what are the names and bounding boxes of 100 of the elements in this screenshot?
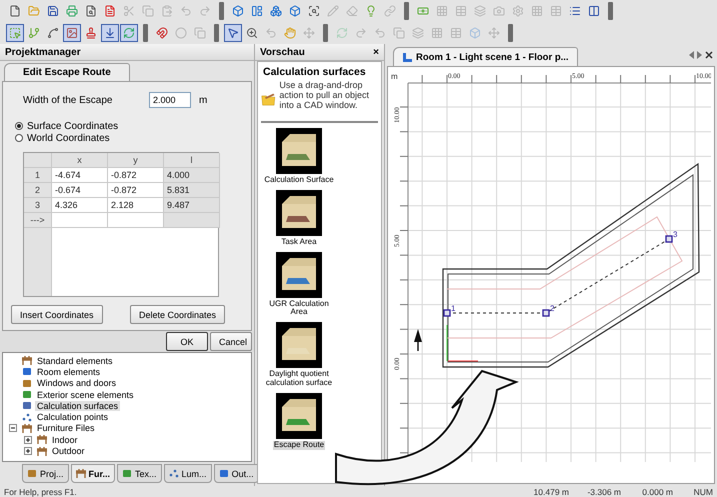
move-icon — [303, 27, 315, 39]
table-cell[interactable] — [52, 213, 108, 228]
panel-tab[interactable]: Out... — [214, 464, 259, 483]
stamp-icon — [85, 27, 97, 39]
picture-button[interactable] — [63, 24, 81, 42]
preview-item[interactable]: UGR Calculation Area — [261, 252, 337, 318]
tree-item[interactable]: Outdoor — [7, 445, 247, 457]
grid-icon — [431, 27, 443, 39]
undo-arrow-icon — [374, 27, 386, 39]
panel-tab[interactable]: Fur... — [70, 464, 116, 483]
preview-item[interactable]: Escape Route — [261, 392, 337, 450]
tree-item[interactable]: Calculation surfaces — [7, 400, 247, 412]
table-cell[interactable]: 9.487 — [164, 198, 220, 213]
document-icon — [104, 5, 116, 17]
collapse-icon[interactable] — [9, 424, 17, 432]
dialog-button[interactable]: OK — [166, 332, 208, 351]
unit-label: m — [199, 94, 208, 106]
route-point-label: 3 — [673, 230, 678, 239]
panel-title: Projektmanager — [5, 46, 81, 58]
rotate-icon — [123, 27, 135, 39]
rotate-button[interactable] — [120, 24, 138, 42]
selection-button[interactable] — [6, 24, 24, 42]
route-point-handle[interactable] — [542, 309, 550, 317]
tree-item[interactable]: Windows and doors — [7, 378, 247, 389]
table-cell[interactable]: 4.326 — [52, 198, 108, 213]
tree-item[interactable]: Room elements — [7, 366, 247, 378]
table-cell[interactable] — [164, 213, 220, 228]
route-point-label: 1 — [451, 304, 456, 313]
rotate-icon — [336, 27, 348, 39]
pointer-icon — [227, 27, 239, 39]
status-x: 10.479 m — [532, 486, 569, 496]
room-thumbnail-drawing — [276, 128, 322, 174]
toolbar-grip[interactable] — [608, 2, 613, 20]
panel-tab[interactable]: Proj... — [22, 464, 69, 483]
undo-arrow-icon — [180, 5, 192, 17]
toolbar-grip[interactable] — [143, 24, 148, 42]
radio-option[interactable]: World Coordinates — [15, 132, 243, 144]
document-tab[interactable]: Room 1 - Light scene 1 - Floor p... — [393, 47, 578, 66]
box-icon — [289, 5, 301, 17]
push-button[interactable]: Delete Coordinates — [130, 305, 225, 324]
pencil-icon — [327, 5, 339, 17]
grid-icon — [531, 5, 543, 17]
width-input-field[interactable]: 2.000 — [149, 92, 191, 108]
box-icon — [469, 27, 481, 39]
expand-icon[interactable] — [24, 436, 32, 444]
floor-plan-icon — [251, 5, 263, 17]
floor-plan-icon — [402, 52, 413, 62]
radio-option[interactable]: Surface Coordinates — [15, 120, 243, 132]
dialog-tab[interactable]: Edit Escape Route — [4, 63, 130, 81]
panel-tab[interactable]: Lum... — [164, 464, 212, 483]
zoom-icon — [246, 27, 258, 39]
tree-item[interactable]: Standard elements — [7, 355, 247, 366]
tree-item[interactable]: Furniture Files — [7, 422, 247, 434]
toolbar-grip[interactable] — [323, 24, 328, 42]
status-mode: NUM — [692, 486, 713, 496]
toolbar-grip[interactable] — [214, 24, 219, 42]
file-icon — [9, 5, 21, 17]
preview-item[interactable]: Calculation Surface — [261, 128, 337, 185]
table-cell[interactable]: 4.000 — [164, 168, 220, 183]
table-cell[interactable]: -0.872 — [108, 168, 164, 183]
expand-icon[interactable] — [24, 447, 32, 456]
close-icon[interactable] — [705, 51, 713, 59]
panel-tab[interactable]: Tex... — [117, 464, 162, 483]
table-icon — [455, 5, 467, 17]
room-thumbnail-drawing — [276, 252, 322, 298]
redo-arrow-icon — [355, 27, 367, 39]
table-corner — [24, 153, 52, 168]
pointer-button[interactable] — [224, 24, 242, 42]
hint-text: Use a drag-and-drop action to pull an object into a CAD window. — [279, 81, 370, 111]
close-button[interactable]: × — [373, 46, 379, 58]
zoom-window-icon — [308, 5, 320, 17]
table-icon — [37, 435, 47, 444]
tree-item[interactable]: Exterior scene elements — [7, 388, 247, 400]
dialog-button[interactable]: Cancel — [210, 332, 252, 351]
points-icon — [22, 412, 32, 422]
table-cell[interactable]: -4.674 — [52, 168, 108, 183]
tree-item[interactable]: Indoor — [7, 434, 247, 446]
preview-item[interactable]: Daylight quotient calculation surface — [261, 322, 337, 388]
scissors-icon — [123, 5, 135, 17]
toolbar-grip[interactable] — [219, 2, 224, 20]
toolbar-grip[interactable] — [404, 2, 409, 20]
left-arrow-icon[interactable] — [689, 51, 694, 59]
down-arrow-icon — [104, 27, 116, 39]
route-point-handle[interactable] — [665, 235, 673, 243]
link-icon — [384, 5, 396, 17]
route-point-handle[interactable] — [443, 309, 451, 317]
table-cell[interactable]: -0.872 — [108, 183, 164, 198]
points-icon — [168, 469, 179, 478]
toolbar-grip[interactable] — [508, 24, 513, 42]
tree-item[interactable]: Calculation points — [7, 411, 247, 423]
table-cell[interactable] — [108, 213, 164, 228]
preview-item[interactable]: Task Area — [261, 190, 337, 247]
table-cell[interactable]: 2.128 — [108, 198, 164, 213]
cube-icon — [232, 5, 244, 17]
table-cell[interactable]: -0.674 — [52, 183, 108, 198]
right-arrow-icon[interactable] — [697, 51, 702, 59]
circle-icon — [175, 27, 187, 39]
table-cell[interactable]: 5.831 — [164, 183, 220, 198]
down-arrow-button[interactable] — [101, 24, 119, 42]
push-button[interactable]: Insert Coordinates — [11, 305, 103, 324]
